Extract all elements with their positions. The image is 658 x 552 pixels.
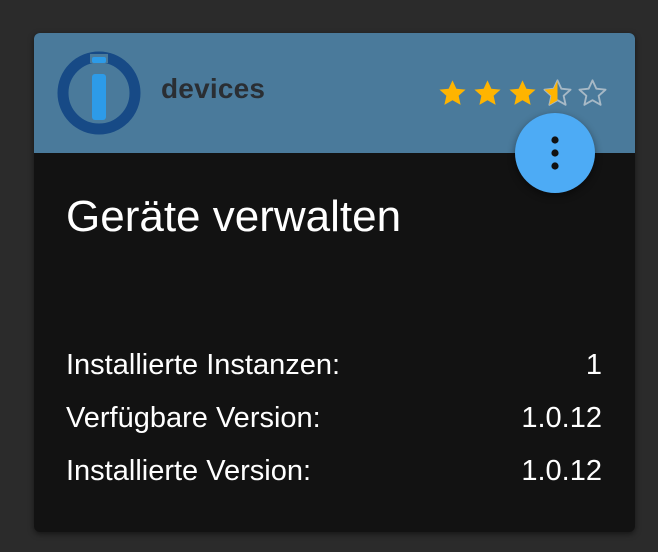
available-version-value: 1.0.12 xyxy=(521,402,602,434)
more-options-button[interactable] xyxy=(515,113,595,193)
star-filled-icon xyxy=(509,80,536,105)
installed-instances-value: 1 xyxy=(585,349,602,381)
more-vert-icon xyxy=(551,136,559,170)
info-row-installed-version: Installierte Version: 1.0.12 xyxy=(66,449,602,502)
adapter-info: Installierte Instanzen: 1 Verfügbare Ver… xyxy=(66,343,602,502)
adapter-name: devices xyxy=(161,73,266,104)
iobroker-logo-icon xyxy=(57,51,141,135)
star-half-icon xyxy=(543,79,572,106)
installed-instances-label: Installierte Instanzen: xyxy=(66,349,341,381)
installed-version-label: Installierte Version: xyxy=(66,455,312,487)
star-empty-icon xyxy=(578,79,607,106)
star-filled-icon xyxy=(474,80,501,105)
star-filled-icon xyxy=(439,80,466,105)
info-row-installed-instances: Installierte Instanzen: 1 xyxy=(66,343,602,396)
adapter-title: Geräte verwalten xyxy=(66,192,402,241)
rating-stars[interactable] xyxy=(436,77,609,109)
installed-version-value: 1.0.12 xyxy=(521,455,602,487)
info-row-available-version: Verfügbare Version: 1.0.12 xyxy=(66,396,602,449)
adapter-card: devices Geräte verwalten Installierte In… xyxy=(34,33,635,532)
available-version-label: Verfügbare Version: xyxy=(66,402,321,434)
